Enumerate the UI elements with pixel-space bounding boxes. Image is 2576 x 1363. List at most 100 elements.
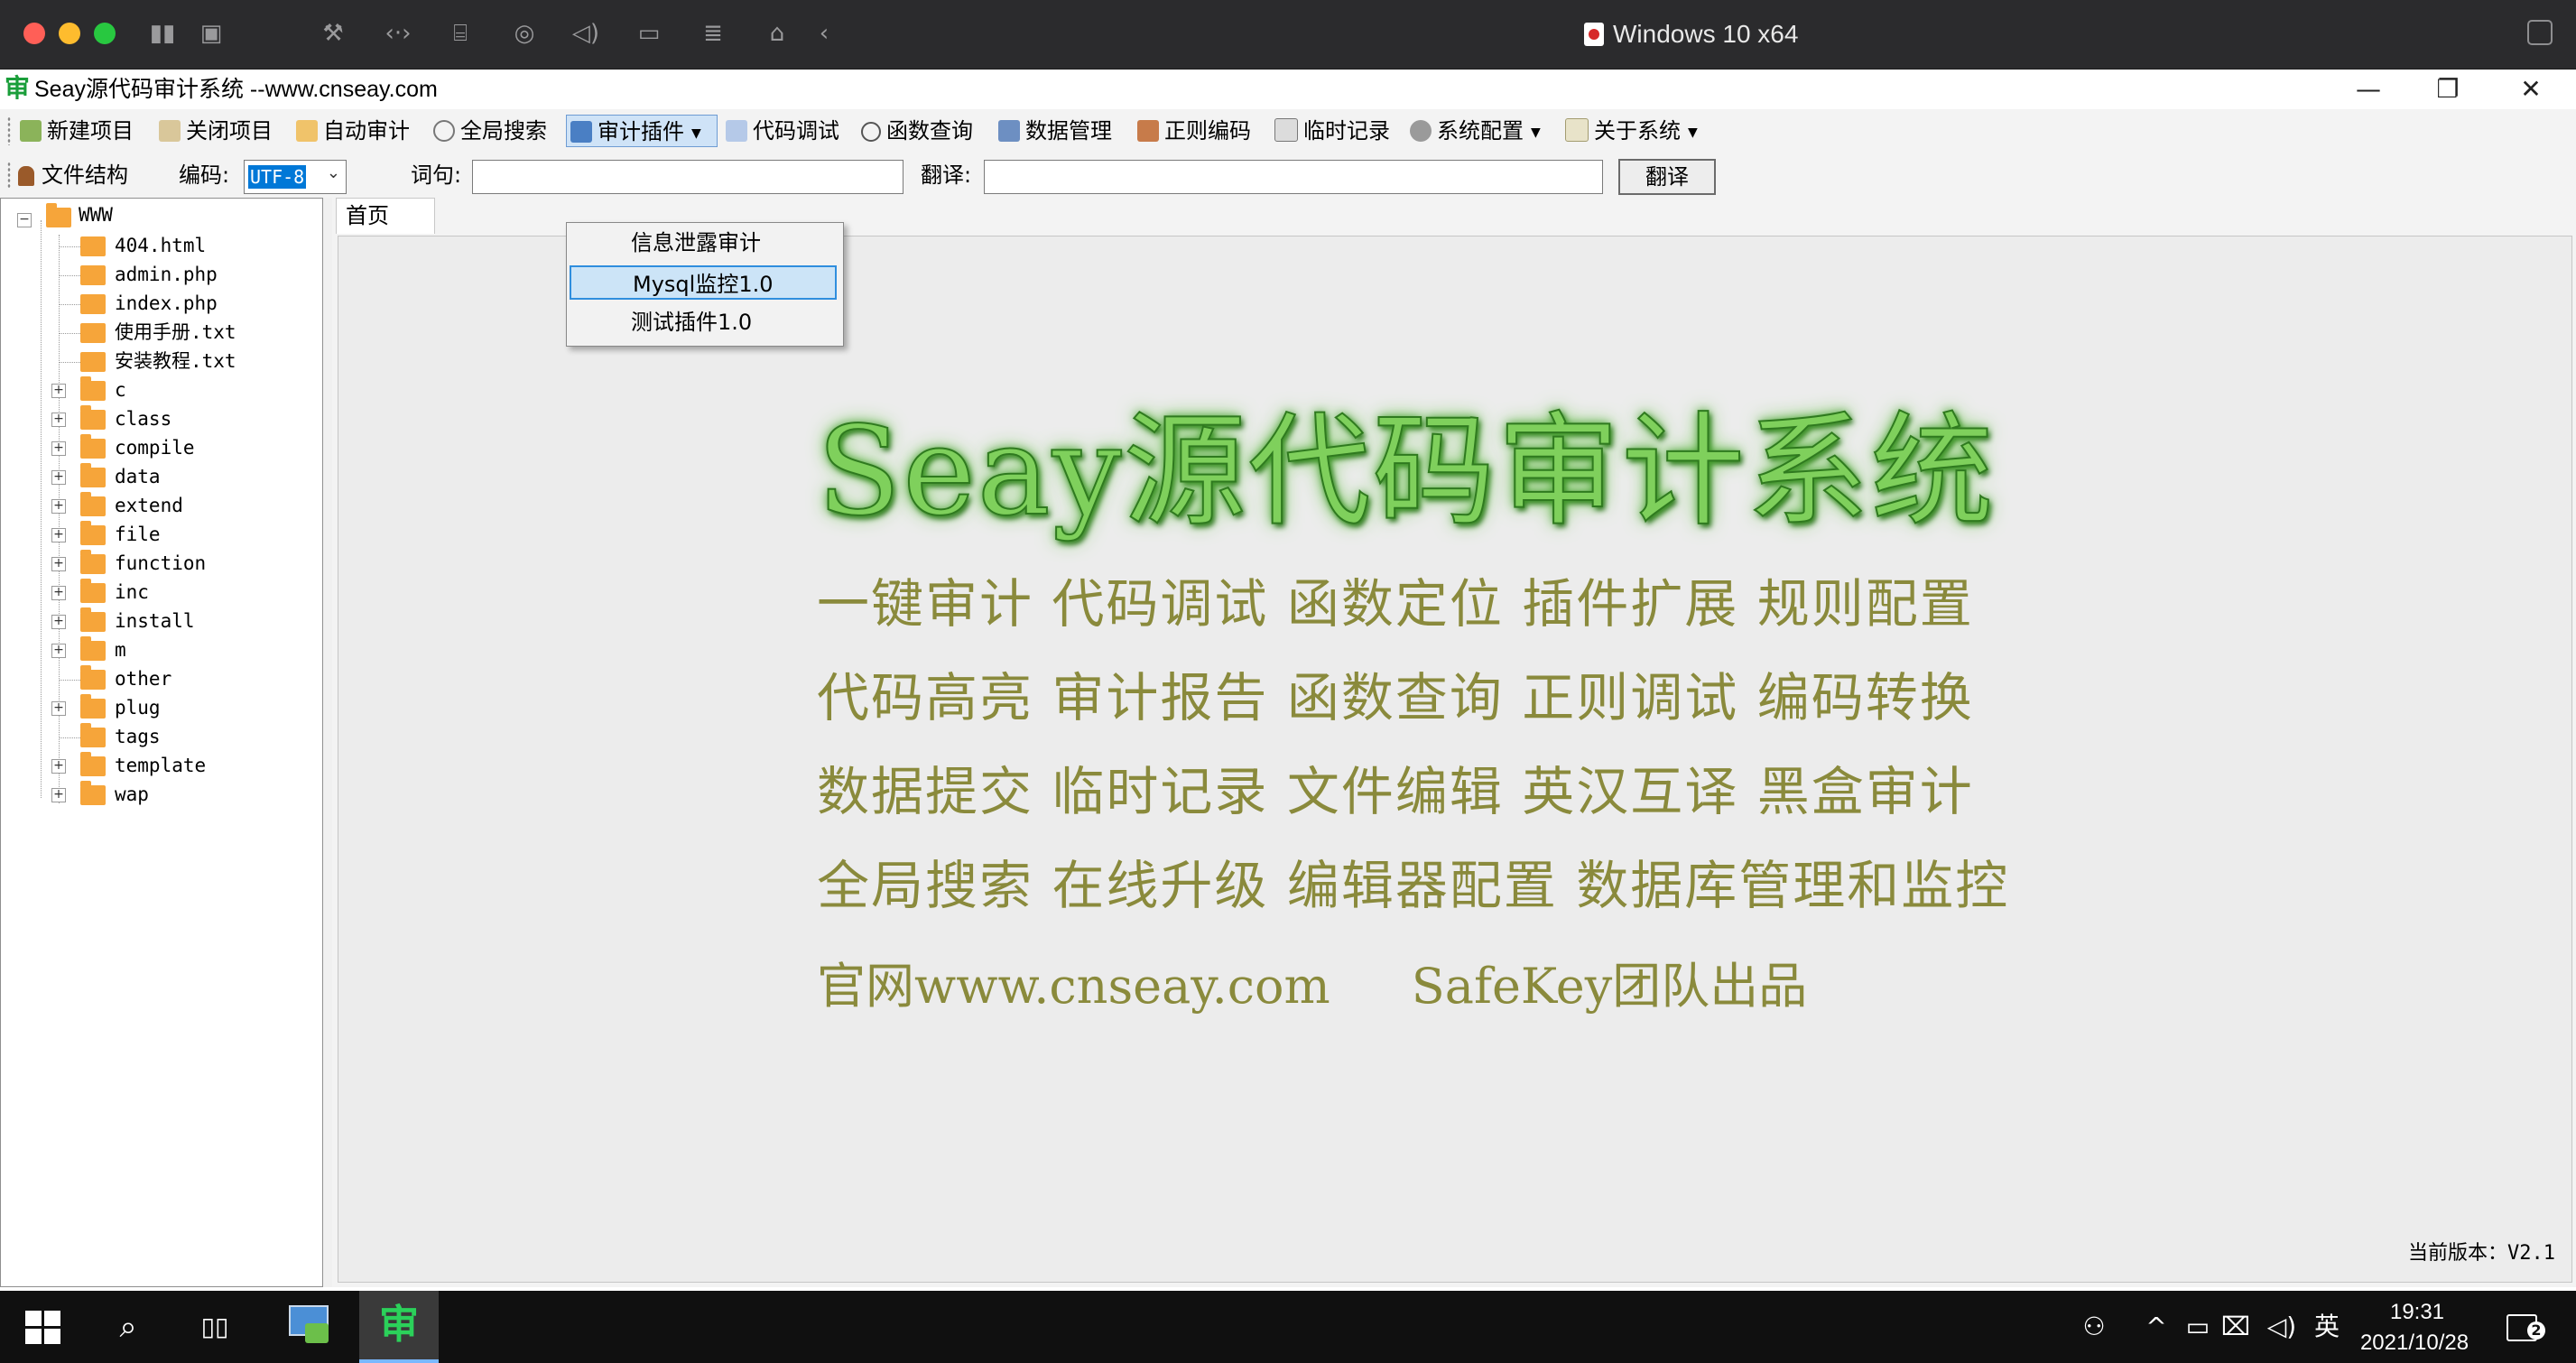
tree-root[interactable]: WWW — [79, 201, 113, 228]
tree-folder[interactable]: m — [115, 636, 126, 663]
menu-item-mysql-monitor[interactable]: Mysql监控1.0 — [570, 265, 837, 300]
toolbar-label: 审计插件 — [598, 119, 684, 144]
clock-time[interactable]: 19:31 — [2363, 1300, 2471, 1325]
translate-input[interactable] — [984, 160, 1603, 194]
vm-minimize-button[interactable] — [59, 23, 80, 44]
expand-icon[interactable]: + — [51, 615, 66, 629]
snapshot-icon[interactable]: ▣ — [196, 18, 227, 49]
close-button[interactable]: ✕ — [2489, 70, 2572, 109]
back-chevron-icon[interactable]: ‹ — [809, 18, 839, 49]
tree-folder[interactable]: inc — [115, 579, 149, 606]
expand-icon[interactable]: + — [51, 528, 66, 542]
start-button[interactable] — [25, 1311, 61, 1345]
audit-plugins-button[interactable]: 审计插件 ▼ — [566, 115, 718, 147]
seay-taskbar-button[interactable]: 审 — [359, 1291, 439, 1363]
function-query-button[interactable]: 函数查询 — [857, 115, 977, 147]
menu-item-info-leak-audit[interactable]: 信息泄露审计 — [570, 226, 837, 260]
tree-folder[interactable]: file — [115, 521, 161, 548]
fullscreen-icon[interactable] — [2527, 20, 2553, 45]
drive-icon[interactable]: ⌸ — [445, 18, 476, 49]
file-structure-button[interactable]: 文件结构 — [18, 160, 128, 190]
close-project-icon — [159, 120, 181, 142]
expand-icon[interactable]: + — [51, 384, 66, 398]
expand-icon[interactable]: + — [51, 759, 66, 774]
folder-icon — [80, 781, 106, 805]
notification-center-icon[interactable]: 2 — [2500, 1309, 2545, 1345]
people-icon[interactable]: ⚇ — [2076, 1309, 2112, 1345]
tree-folder[interactable]: tags — [115, 723, 161, 750]
tree-folder[interactable]: template — [115, 752, 206, 779]
pause-icon[interactable]: ▮▮ — [147, 18, 178, 49]
expand-icon[interactable]: + — [51, 586, 66, 600]
menu-item-test-plugin[interactable]: 测试插件1.0 — [570, 305, 837, 339]
system-config-button[interactable]: 系统配置 ▼ — [1406, 115, 1544, 147]
site-credits: 官网www.cnseay.com SafeKey团队出品 — [817, 946, 1807, 1017]
restore-button[interactable]: ❐ — [2406, 70, 2489, 109]
expand-icon[interactable]: + — [51, 644, 66, 658]
tree-file[interactable]: admin.php — [115, 261, 218, 288]
expand-icon[interactable]: + — [51, 413, 66, 427]
vm-close-button[interactable] — [23, 23, 45, 44]
tree-file[interactable]: 安装教程.txt — [115, 348, 236, 375]
expand-icon[interactable]: + — [51, 788, 66, 802]
tree-file[interactable]: 使用手册.txt — [115, 319, 236, 346]
ime-indicator[interactable]: 英 — [2309, 1309, 2345, 1345]
toolbar-grip[interactable] — [7, 162, 11, 189]
camera-icon[interactable]: ◎ — [509, 18, 540, 49]
encoding-select[interactable]: UTF-8 ⌄ — [244, 160, 347, 194]
code-arrows-icon[interactable]: ‹·› — [383, 18, 413, 49]
panel-splitter[interactable] — [323, 198, 332, 1287]
expand-icon[interactable]: + — [51, 499, 66, 514]
tree-folder[interactable]: other — [115, 665, 171, 692]
toolbar-label: 系统配置 — [1437, 118, 1524, 144]
tree-folder[interactable]: class — [115, 405, 171, 432]
folder-share-icon[interactable]: ⌂ — [762, 18, 792, 49]
tree-folder[interactable]: c — [115, 376, 126, 403]
collapse-root-icon[interactable]: − — [17, 213, 32, 227]
expand-icon[interactable]: + — [51, 441, 66, 456]
about-button[interactable]: 关于系统 ▼ — [1561, 115, 1701, 147]
sound-icon[interactable]: ◁) — [570, 18, 601, 49]
tray-chevron-up-icon[interactable]: ^ — [2143, 1309, 2170, 1345]
data-manage-button[interactable]: 数据管理 — [995, 115, 1116, 147]
tab-home[interactable]: 首页 — [336, 198, 435, 234]
expand-icon[interactable]: + — [51, 470, 66, 485]
code-debug-button[interactable]: 代码调试 — [722, 115, 843, 147]
word-input[interactable] — [472, 160, 903, 194]
tree-folder[interactable]: plug — [115, 694, 161, 721]
tree-folder[interactable]: install — [115, 607, 195, 635]
minimize-button[interactable]: — — [2327, 70, 2410, 109]
vm-zoom-button[interactable] — [94, 23, 116, 44]
tree-folder[interactable]: function — [115, 550, 206, 577]
tree-file[interactable]: index.php — [115, 290, 218, 317]
new-project-button[interactable]: 新建项目 — [16, 115, 137, 147]
toolbar-grip[interactable] — [7, 116, 11, 145]
translate-button[interactable]: 翻译 — [1618, 159, 1716, 195]
tree-guide — [59, 304, 80, 305]
file-icon — [80, 294, 106, 314]
control-panel-icon[interactable] — [285, 1302, 332, 1347]
toolbar-label: 新建项目 — [47, 118, 134, 144]
task-view-icon[interactable]: ▯▯ — [197, 1309, 233, 1345]
regex-encode-button[interactable]: 正则编码 — [1134, 115, 1255, 147]
tree-guide — [59, 362, 80, 363]
expand-icon[interactable]: + — [51, 701, 66, 716]
global-search-button[interactable]: 全局搜索 — [430, 115, 551, 147]
volume-icon[interactable]: ◁) — [2266, 1309, 2298, 1345]
list-icon[interactable]: ≣ — [698, 18, 728, 49]
battery-icon[interactable]: ▭ — [2182, 1309, 2213, 1345]
network-icon[interactable]: ⌧ — [2220, 1309, 2251, 1345]
search-icon[interactable]: ⌕ — [108, 1307, 148, 1347]
tree-folder[interactable]: wap — [115, 781, 149, 808]
expand-icon[interactable]: + — [51, 557, 66, 571]
temp-notes-button[interactable]: 临时记录 — [1271, 115, 1394, 147]
tree-folder[interactable]: data — [115, 463, 161, 490]
video-icon[interactable]: ▭ — [634, 18, 664, 49]
clock-date[interactable]: 2021/10/28 — [2347, 1331, 2482, 1356]
auto-audit-button[interactable]: 自动审计 — [292, 115, 413, 147]
wrench-icon[interactable]: ⚒ — [318, 18, 348, 49]
tree-folder[interactable]: compile — [115, 434, 195, 461]
tree-folder[interactable]: extend — [115, 492, 183, 519]
tree-file[interactable]: 404.html — [115, 232, 206, 259]
close-project-button[interactable]: 关闭项目 — [155, 115, 276, 147]
